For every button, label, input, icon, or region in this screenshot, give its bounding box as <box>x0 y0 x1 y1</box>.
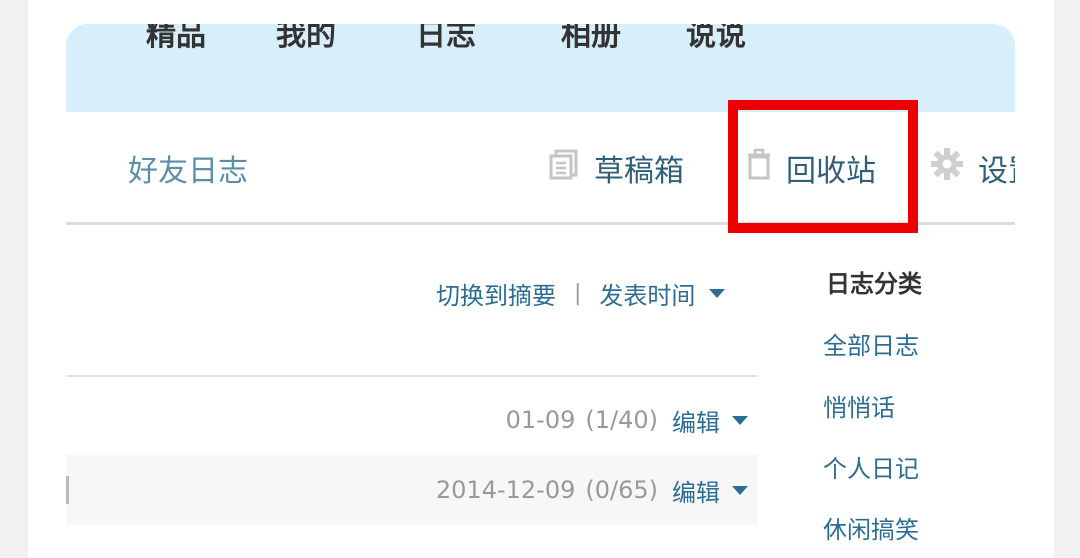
sidebar-item-all-diaries[interactable]: 全部日志 <box>823 326 919 361</box>
top-nav-item[interactable]: 我的 <box>276 24 336 54</box>
tab-bar-divider <box>66 222 1015 225</box>
trash-icon <box>746 148 772 188</box>
switch-to-summary-link[interactable]: 切换到摘要 <box>436 276 556 311</box>
top-nav-item[interactable]: 精品 <box>146 24 206 54</box>
sidebar-item-personal-diary[interactable]: 个人日记 <box>823 449 919 484</box>
entry-comment-read-count: (0/65) <box>585 476 658 504</box>
list-toolbar: 切换到摘要 | 发表时间 <box>436 276 726 311</box>
tab-settings-label: 设置 <box>978 154 1015 189</box>
gear-icon <box>930 147 964 189</box>
entry-date: 2014-12-09 <box>435 476 576 504</box>
top-nav-item[interactable]: 相册 <box>561 24 621 54</box>
entry-edit-link[interactable]: 编辑 <box>672 403 720 438</box>
entry-edit-dropdown-icon[interactable] <box>732 415 748 425</box>
sort-by-publish-time[interactable]: 发表时间 <box>599 276 695 311</box>
sort-dropdown-icon[interactable] <box>709 288 726 298</box>
entry-scroll-marker <box>66 476 69 504</box>
entry-edit-link[interactable]: 编辑 <box>672 473 720 508</box>
diary-entry-row: 01-09 (1/40) 编辑 <box>506 402 748 438</box>
tab-friends-diary-label: 好友日志 <box>128 154 248 189</box>
tab-recycle-bin-label: 回收站 <box>786 154 876 189</box>
tab-friends-diary[interactable]: 好友日志 <box>128 140 248 196</box>
toolbar-separator: | <box>574 280 582 306</box>
entry-edit-dropdown-icon[interactable] <box>732 485 748 495</box>
entry-comment-read-count: (1/40) <box>585 406 658 434</box>
sidebar-item-private[interactable]: 悄悄话 <box>823 388 895 423</box>
tab-recycle-bin[interactable]: 回收站 <box>746 140 876 196</box>
top-nav-item[interactable]: 说说 <box>686 24 746 54</box>
diary-entry-row: 2014-12-09 (0/65) 编辑 <box>436 472 748 508</box>
top-nav-item[interactable]: 日志 <box>416 24 476 54</box>
entry-date: 01-09 <box>505 406 576 434</box>
sidebar-item-leisure-humor[interactable]: 休闲搞笑 <box>823 510 919 545</box>
header-banner: 精品 我的 日志 相册 说说 <box>66 24 1015 112</box>
drafts-icon <box>548 148 580 188</box>
list-divider <box>66 375 758 377</box>
tab-settings[interactable]: 设置 <box>930 140 1015 196</box>
tab-drafts[interactable]: 草稿箱 <box>548 140 684 196</box>
diary-category-title: 日志分类 <box>826 270 922 298</box>
top-nav: 精品 我的 日志 相册 说说 <box>106 24 806 53</box>
tab-drafts-label: 草稿箱 <box>594 154 684 189</box>
